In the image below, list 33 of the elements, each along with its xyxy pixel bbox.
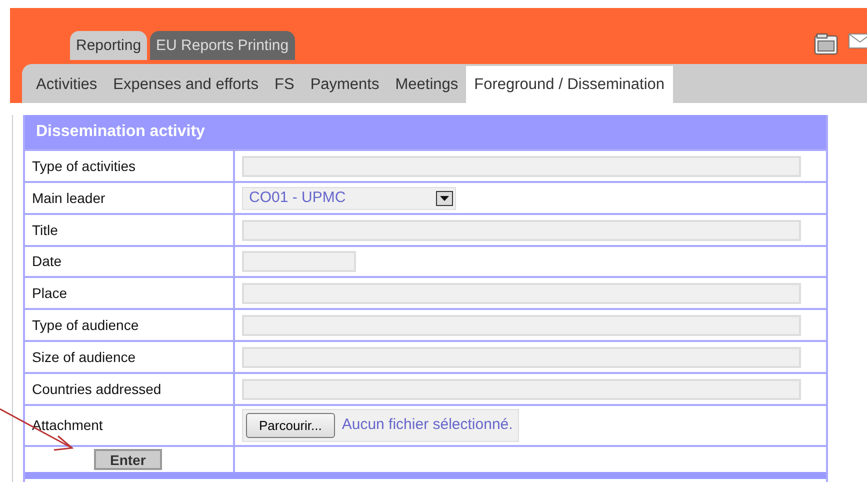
input-field[interactable]: [242, 314, 801, 336]
field-label: Title: [32, 220, 58, 240]
field-label: Attachment: [32, 416, 103, 435]
field-label: Size of audience: [32, 348, 136, 366]
sub-tab[interactable]: Foreground / Dissemination: [466, 66, 673, 103]
input-field[interactable]: [242, 282, 801, 304]
file-status: Aucun fichier sélectionné.: [342, 415, 514, 436]
file-field[interactable]: Parcourir... Aucun fichier sélectionné.: [242, 408, 519, 442]
sub-tab[interactable]: FS: [266, 66, 302, 103]
input-field[interactable]: [242, 346, 801, 368]
input-field[interactable]: [242, 220, 801, 240]
browse-button[interactable]: Parcourir...: [246, 412, 335, 438]
input-field[interactable]: [242, 378, 801, 400]
top-tab[interactable]: EU Reports Printing: [150, 31, 295, 60]
enter-button[interactable]: Enter: [94, 449, 162, 470]
field-label: Date: [32, 252, 62, 271]
form-title: Dissemination activity: [25, 115, 826, 149]
field-label: Type of audience: [32, 316, 139, 335]
top-tab[interactable]: Reporting: [70, 31, 148, 60]
sub-tab[interactable]: Meetings: [387, 66, 466, 103]
date-field[interactable]: [242, 251, 356, 272]
input-field[interactable]: [242, 156, 801, 176]
select-field[interactable]: CO01 - UPMC: [242, 186, 456, 210]
field-label: Main leader: [32, 188, 106, 208]
caret-icon[interactable]: [436, 190, 453, 206]
folder-icon[interactable]: [814, 33, 838, 55]
field-label: Countries addressed: [32, 380, 162, 398]
sub-tab[interactable]: Expenses and efforts: [105, 66, 266, 103]
field-label: Type of activities: [32, 156, 136, 176]
envelope-icon[interactable]: [848, 33, 867, 49]
sub-tab[interactable]: Activities: [28, 66, 106, 103]
sub-tab[interactable]: Payments: [302, 66, 388, 103]
field-label: Place: [32, 284, 68, 302]
